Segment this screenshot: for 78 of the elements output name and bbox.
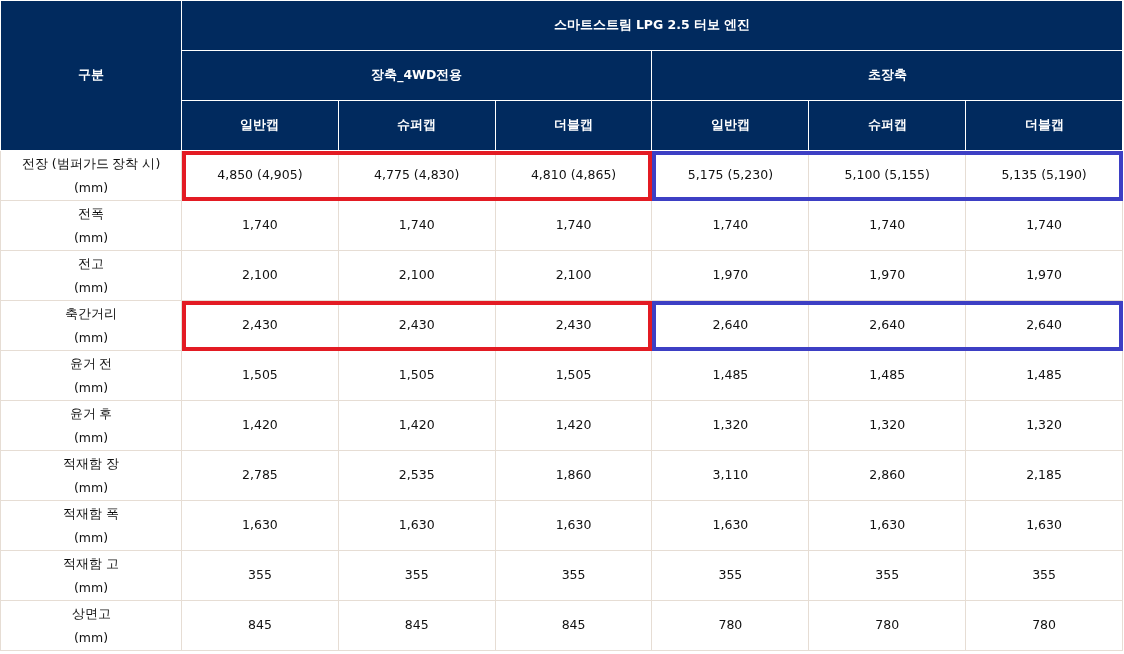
row-label: 상면고 — [70, 604, 112, 623]
table-cell: 1,740 — [652, 200, 809, 251]
table-cell: 845 — [338, 600, 496, 651]
header-cell: 일반캡 — [181, 100, 339, 151]
header-cell: 슈퍼캡 — [338, 100, 496, 151]
table-cell: 1,420 — [338, 400, 496, 451]
table-cell: 2,100 — [495, 250, 652, 301]
table-cell: 1,740 — [808, 200, 966, 251]
table-cell: 1,320 — [808, 400, 966, 451]
table-cell: 355 — [338, 550, 496, 601]
header-cell: 일반캡 — [652, 100, 809, 151]
unit-label: (mm) — [72, 378, 110, 397]
table-cell: 1,420 — [181, 400, 339, 451]
table-cell: 2,100 — [181, 250, 339, 301]
table-cell: 1,630 — [181, 500, 339, 551]
table-cell: 2,535 — [338, 450, 496, 501]
table-cell: 355 — [652, 550, 809, 601]
table-cell: 2,185 — [965, 450, 1123, 501]
unit-label: (mm) — [72, 178, 110, 197]
table-cell: 1,320 — [965, 400, 1123, 451]
table-cell: 2,860 — [808, 450, 966, 501]
unit-label: (mm) — [72, 478, 110, 497]
header-cell: 슈퍼캡 — [808, 100, 966, 151]
row-label: 적재함 폭 — [62, 504, 120, 523]
row-label: 윤거 후 — [68, 404, 114, 423]
unit-label: (mm) — [72, 328, 110, 347]
table-cell: 1,505 — [338, 350, 496, 401]
row-label: 전고 — [77, 254, 105, 273]
row-label: 축간거리 — [64, 304, 118, 323]
table-cell: 1,505 — [181, 350, 339, 401]
row-label: 전장 (범퍼가드 장착 시) — [20, 154, 162, 173]
table-cell: 1,505 — [495, 350, 652, 401]
row-label: 전폭 — [77, 204, 105, 223]
table-cell: 3,110 — [652, 450, 809, 501]
table-cell: 1,630 — [338, 500, 496, 551]
unit-label: (mm) — [72, 278, 110, 297]
table-cell: 780 — [652, 600, 809, 651]
unit-label: (mm) — [72, 428, 110, 447]
table-cell: 2,100 — [338, 250, 496, 301]
table-cell: 1,970 — [808, 250, 966, 301]
table-cell: 1,630 — [965, 500, 1123, 551]
unit-label: (mm) — [72, 628, 110, 647]
table-cell: 1,970 — [965, 250, 1123, 301]
table-cell: 1,740 — [965, 200, 1123, 251]
table-cell: 1,860 — [495, 450, 652, 501]
table-cell: 1,740 — [181, 200, 339, 251]
table-cell: 355 — [808, 550, 966, 601]
table-cell: 1,630 — [808, 500, 966, 551]
table-cell: 845 — [495, 600, 652, 651]
table-cell: 1,485 — [808, 350, 966, 401]
table-cell: 2,785 — [181, 450, 339, 501]
table-cell: 355 — [495, 550, 652, 601]
table-cell: 1,485 — [965, 350, 1123, 401]
table-cell: 1,740 — [338, 200, 496, 251]
row-label: 윤거 전 — [68, 354, 114, 373]
row-label: 적재함 장 — [62, 454, 120, 473]
header-cell: 초장축 — [652, 50, 1123, 101]
unit-label: (mm) — [72, 578, 110, 597]
table-cell: 1,740 — [495, 200, 652, 251]
header-cell: 더블캡 — [965, 100, 1123, 151]
header-cell: 구분 — [0, 0, 182, 151]
table-cell: 355 — [965, 550, 1123, 601]
table-cell: 845 — [181, 600, 339, 651]
table-cell: 1,320 — [652, 400, 809, 451]
header-cell: 더블캡 — [495, 100, 652, 151]
table-cell: 1,420 — [495, 400, 652, 451]
table-cell: 780 — [808, 600, 966, 651]
header-cell: 장축_4WD전용 — [181, 50, 652, 101]
table-cell: 355 — [181, 550, 339, 601]
table-cell: 1,630 — [495, 500, 652, 551]
table-cell: 1,970 — [652, 250, 809, 301]
unit-label: (mm) — [72, 228, 110, 247]
table-cell: 780 — [965, 600, 1123, 651]
table-cell: 1,485 — [652, 350, 809, 401]
row-label: 적재함 고 — [62, 554, 120, 573]
table-cell: 1,630 — [652, 500, 809, 551]
header-cell: 스마트스트림 LPG 2.5 터보 엔진 — [181, 0, 1123, 51]
unit-label: (mm) — [72, 528, 110, 547]
